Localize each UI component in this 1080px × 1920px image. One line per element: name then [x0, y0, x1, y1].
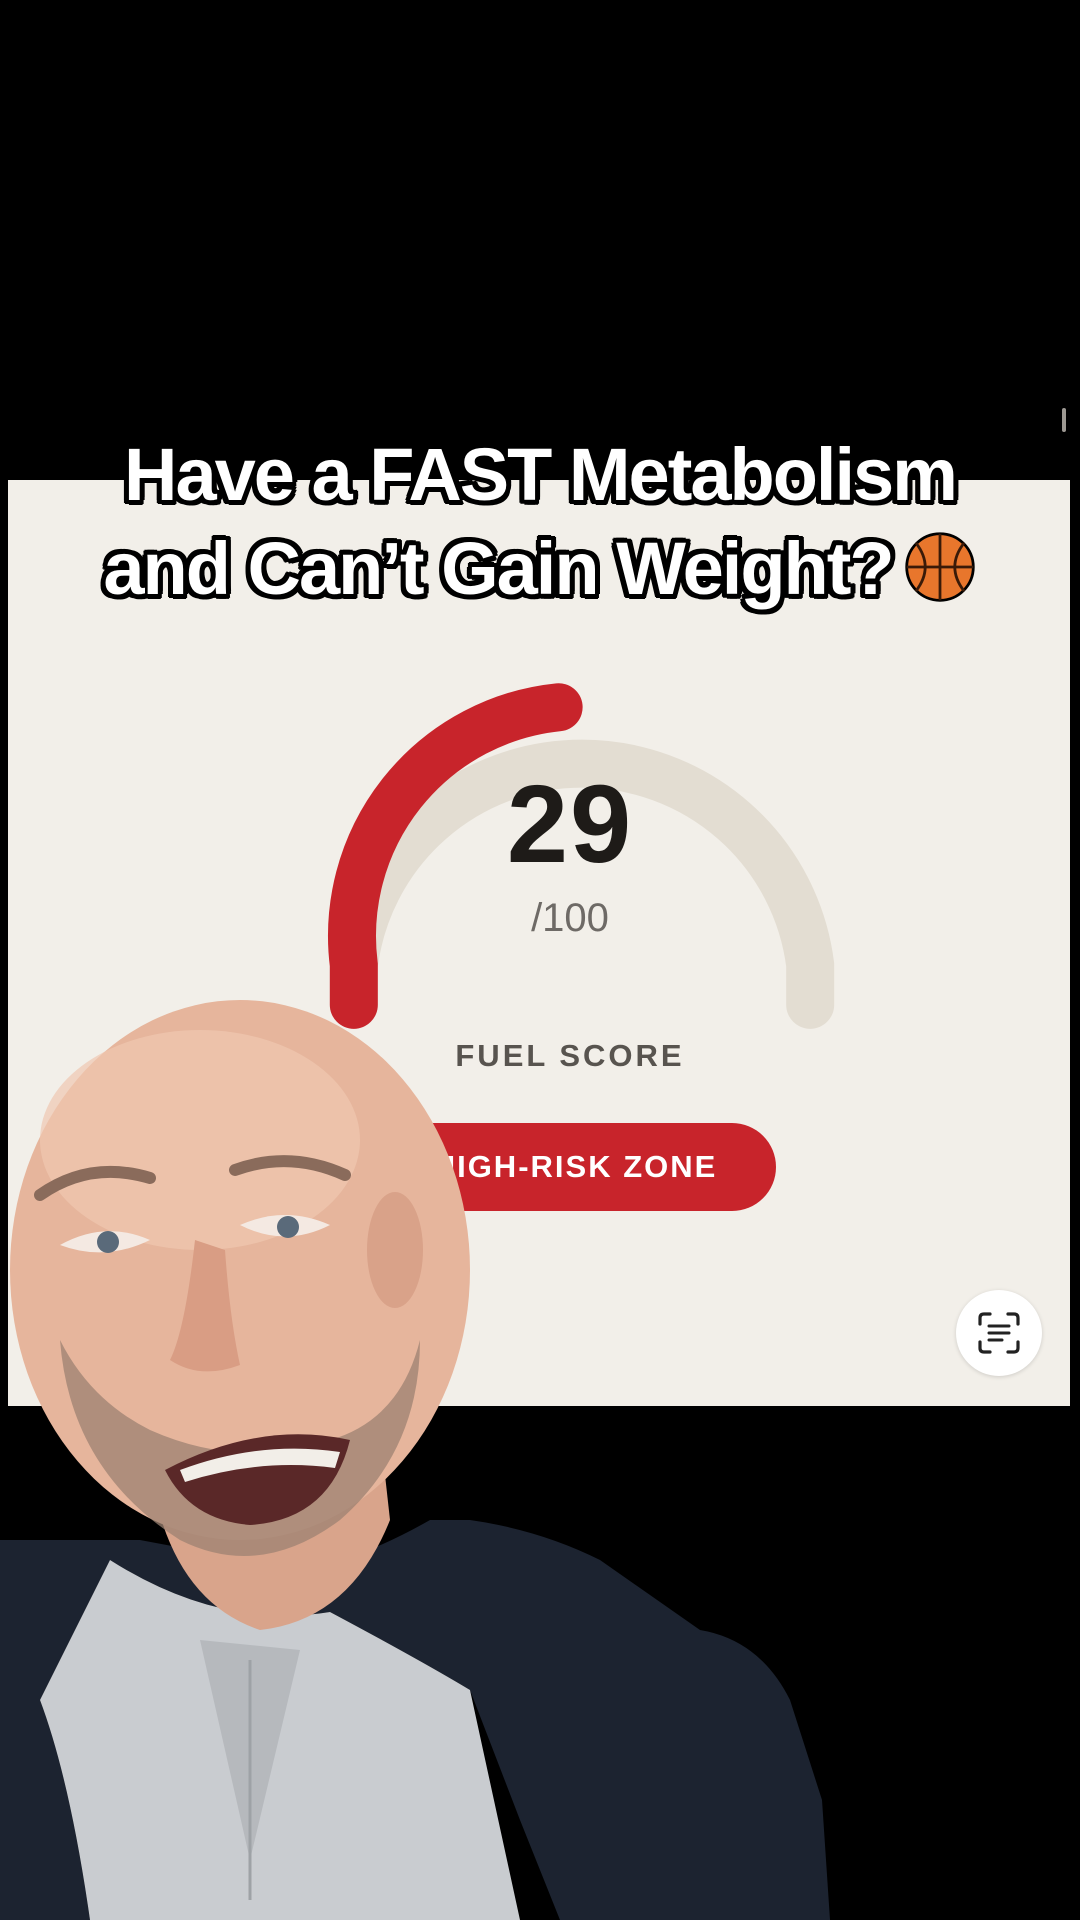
score-max: /100: [531, 896, 609, 940]
caption-line-2: and Can’t Gain Weight?: [103, 527, 894, 610]
scan-text-icon: [978, 1312, 1020, 1354]
score-value: 29: [506, 763, 634, 886]
scan-text-button[interactable]: [956, 1290, 1042, 1376]
basketball-icon: [904, 532, 975, 602]
video-caption: Have a FAST Metabolism and Can’t Gain We…: [0, 428, 1080, 616]
caption-line-2-wrap: and Can’t Gain Weight?: [0, 522, 1080, 616]
presenter-person: [0, 1000, 830, 1920]
caption-line-1: Have a FAST Metabolism: [124, 433, 958, 516]
video-stage: 29 /100 FUEL SCORE HIGH-RISK ZONE Have a…: [0, 0, 1080, 1920]
